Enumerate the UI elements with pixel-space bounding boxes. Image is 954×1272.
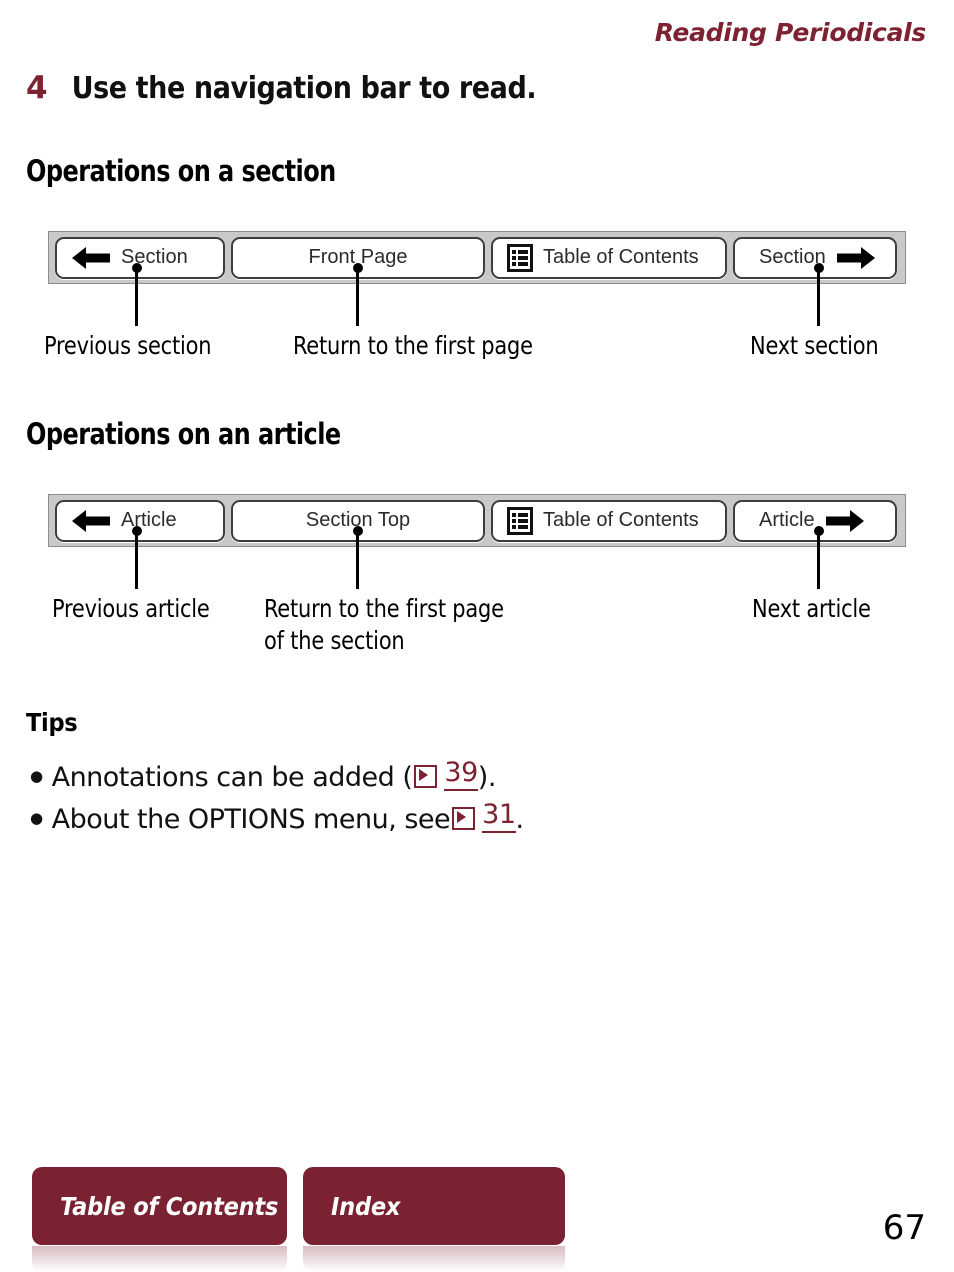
navigation-bar-section: Section Front Page Table of Contents Sec…: [48, 231, 906, 284]
nav-button-table-of-contents[interactable]: Table of Contents: [491, 499, 727, 542]
callout-previous-section: Previous section: [44, 331, 212, 360]
right-arrow-icon: [836, 246, 875, 269]
leader-line-section-top: [352, 526, 363, 589]
section-heading-operations-on-an-article: Operations on an article: [26, 417, 341, 451]
callout-front-page: Return to the first page: [293, 331, 533, 360]
table-of-contents-button-reflection: [32, 1246, 287, 1272]
tip-text-suffix: .: [515, 803, 525, 835]
bullet-icon: ●: [30, 766, 43, 785]
nav-button-previous-section[interactable]: Section: [55, 236, 225, 279]
running-header-title: Reading Periodicals: [654, 18, 927, 47]
nav-button-label: Section: [121, 246, 188, 268]
cross-reference-page: 31: [482, 799, 516, 833]
step-title: Use the navigation bar to read.: [71, 71, 537, 106]
index-button-reflection: [303, 1246, 565, 1272]
leader-line-front-page: [352, 263, 363, 326]
cross-reference-icon: [414, 764, 438, 788]
nav-button-label: Article: [759, 509, 815, 531]
leader-line-previous-section: [131, 263, 142, 326]
cross-reference-link[interactable]: 39: [412, 757, 478, 791]
leader-line-next-article: [813, 526, 824, 589]
footer-table-of-contents-button[interactable]: Table of Contents: [32, 1167, 287, 1245]
leader-line-next-section: [813, 263, 824, 326]
step-number: 4: [26, 70, 48, 106]
tip-text-prefix: Annotations can be added (: [51, 761, 413, 793]
page-number: 67: [882, 1208, 926, 1248]
cross-reference-link[interactable]: 31: [450, 799, 516, 833]
nav-button-label: Table of Contents: [543, 246, 699, 268]
right-arrow-icon: [825, 509, 864, 532]
navigation-bar-article: Article Section Top Table of Contents Ar…: [48, 494, 906, 547]
nav-button-previous-article[interactable]: Article: [55, 499, 225, 542]
bullet-icon: ●: [30, 808, 43, 827]
callout-previous-article: Previous article: [52, 594, 210, 623]
callout-section-top: Return to the first page of the section: [264, 594, 504, 655]
nav-button-label: Article: [121, 509, 177, 531]
callout-next-article: Next article: [752, 594, 871, 623]
nav-button-next-article[interactable]: Article: [733, 499, 897, 542]
leader-line-previous-article: [131, 526, 142, 589]
table-of-contents-icon: [507, 243, 533, 272]
nav-button-label: Table of Contents: [543, 509, 699, 531]
nav-button-table-of-contents[interactable]: Table of Contents: [491, 236, 727, 279]
left-arrow-icon: [72, 246, 110, 269]
tip-item: ● Annotations can be added ( 39 ).: [30, 757, 496, 793]
tip-text-prefix: About the OPTIONS menu, see: [51, 803, 451, 835]
left-arrow-icon: [72, 509, 110, 532]
table-of-contents-icon: [507, 506, 533, 535]
footer-index-button[interactable]: Index: [303, 1167, 565, 1245]
tips-title: Tips: [26, 708, 78, 737]
cross-reference-page: 39: [444, 757, 478, 791]
cross-reference-icon: [452, 806, 476, 830]
tip-item: ● About the OPTIONS menu, see 31 .: [30, 799, 524, 835]
tip-text-suffix: ).: [477, 761, 497, 793]
callout-next-section: Next section: [750, 331, 879, 360]
section-heading-operations-on-a-section: Operations on a section: [26, 154, 336, 188]
nav-button-next-section[interactable]: Section: [733, 236, 897, 279]
step-heading: 4 Use the navigation bar to read.: [26, 70, 537, 106]
